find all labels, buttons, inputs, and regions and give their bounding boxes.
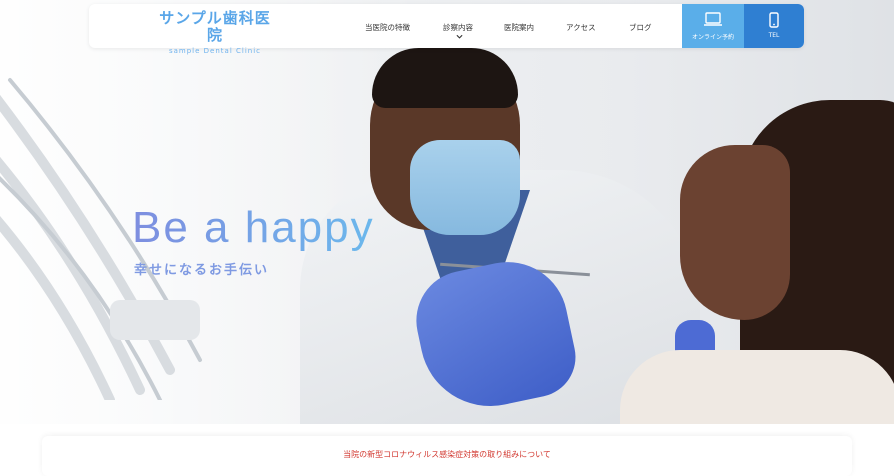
tel-button[interactable]: TEL (744, 4, 804, 48)
surgical-mask (410, 140, 520, 235)
logo-subtitle: sample Dental Clinic (168, 47, 262, 55)
nav-item-blog[interactable]: ブログ (629, 22, 652, 33)
chevron-down-icon (456, 34, 463, 42)
patient-face (680, 145, 790, 320)
nav-item-treatments[interactable]: 診察内容 (443, 22, 473, 33)
nav-item-features[interactable]: 当医院の特徴 (365, 22, 410, 33)
nav-item-clinic-info[interactable]: 医院案内 (504, 22, 534, 33)
tel-label: TEL (768, 32, 780, 39)
logo-title: サンプル歯科医院 (159, 9, 271, 44)
online-booking-button[interactable]: オンライン予約 (682, 4, 744, 48)
laptop-icon (703, 12, 723, 31)
smartphone-icon (769, 12, 779, 32)
site-header: サンプル歯科医院 sample Dental Clinic 当医院の特徴 診察内… (89, 4, 804, 55)
nav-item-access[interactable]: アクセス (566, 22, 596, 33)
covid-notice-link[interactable]: 当院の新型コロナウィルス感染症対策の取り組みについて (0, 450, 894, 460)
hero-subtagline: 幸せになるお手伝い (134, 263, 270, 278)
hero-tagline: Be a happy (132, 203, 375, 252)
site-logo[interactable]: サンプル歯科医院 sample Dental Clinic (155, 10, 275, 56)
patient-shoulder (620, 350, 894, 424)
online-booking-label: オンライン予約 (691, 34, 734, 41)
dentist-hair (372, 48, 518, 108)
